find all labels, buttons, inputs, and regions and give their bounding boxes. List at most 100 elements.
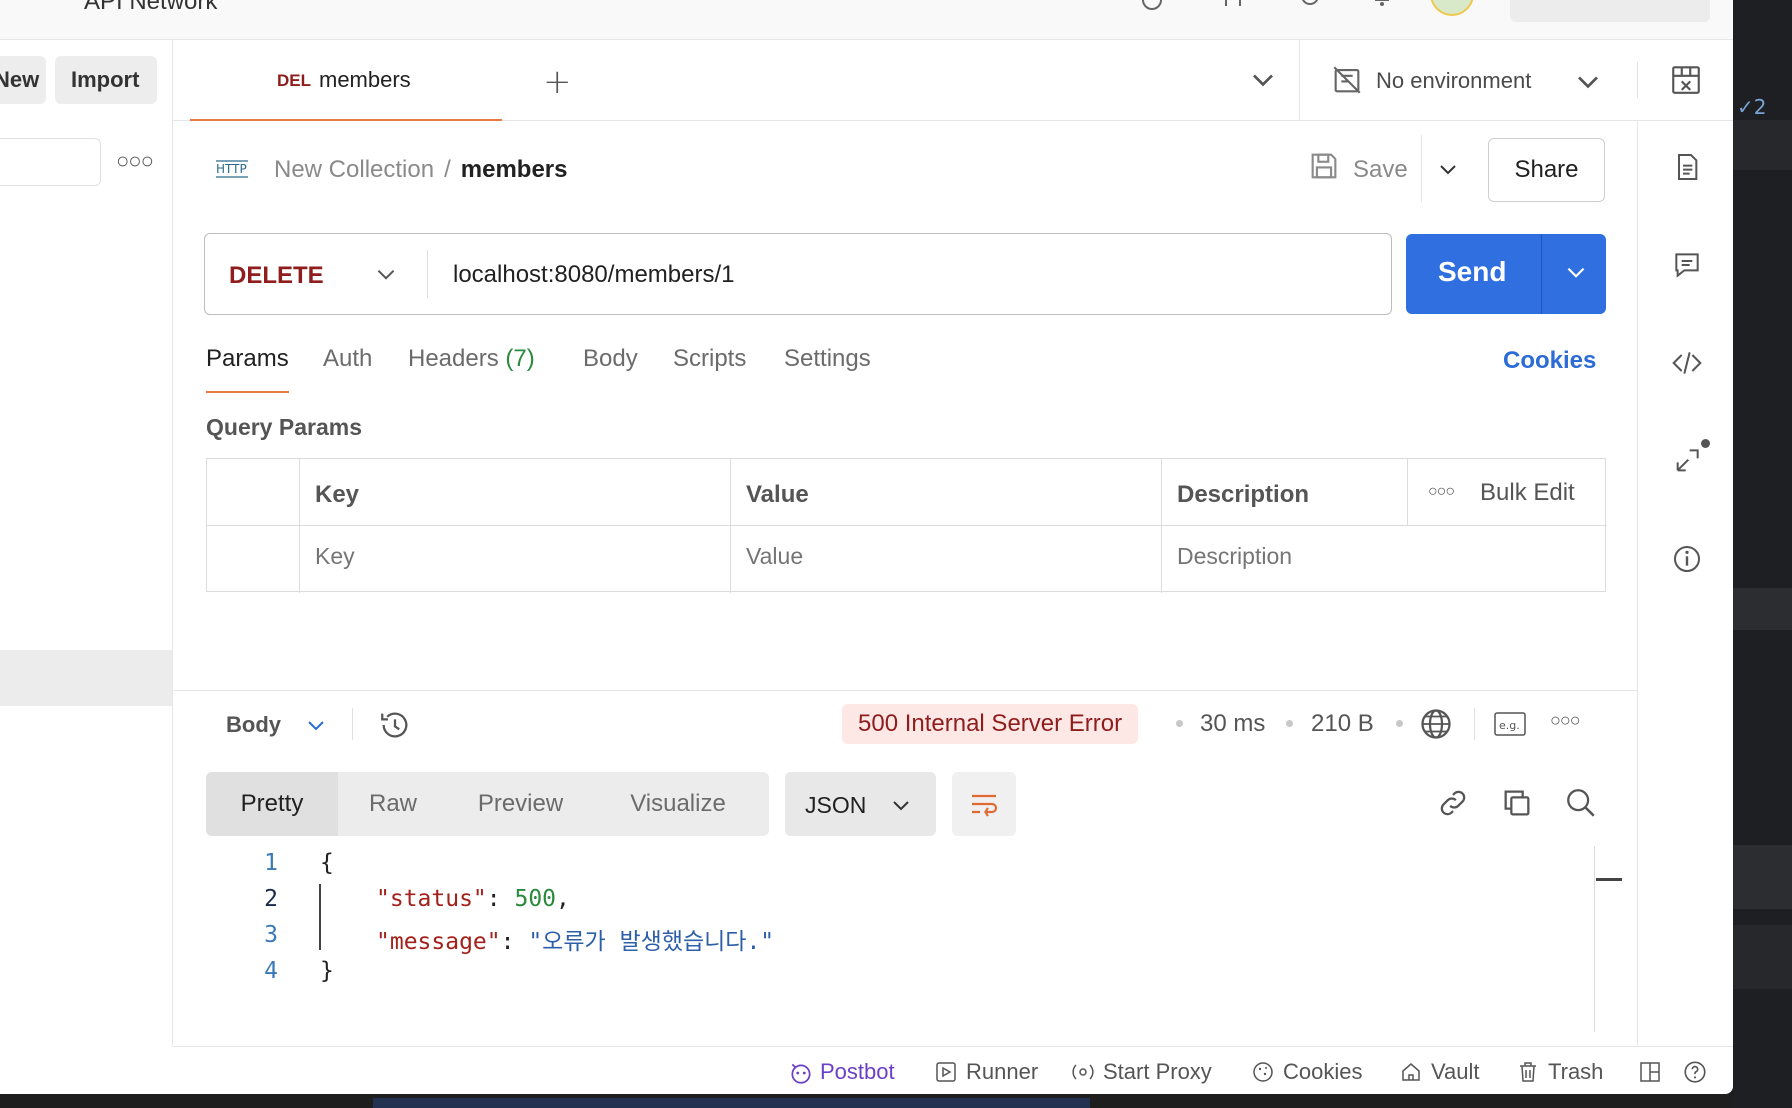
column-divider	[299, 459, 300, 593]
page-title[interactable]: members	[461, 156, 568, 183]
app-title: API Network	[84, 0, 218, 15]
json-number: 500	[514, 886, 557, 912]
tab-headers[interactable]: Headers (7)	[408, 345, 535, 393]
breadcrumb: New Collection / members	[274, 156, 567, 184]
save-icon	[1311, 153, 1337, 179]
editor-scrollbar-track[interactable]	[1594, 846, 1595, 1032]
cookies-link[interactable]: Cookies	[1503, 347, 1596, 375]
help-icon[interactable]	[1682, 1059, 1708, 1085]
save-button[interactable]: Save	[1307, 148, 1408, 188]
tab-params[interactable]: Params	[206, 345, 289, 393]
import-button[interactable]: Import	[55, 56, 157, 104]
related-collections-icon[interactable]	[1671, 445, 1703, 477]
tabs-chevron-down-icon[interactable]	[1245, 62, 1281, 98]
background-editor-window: ✓2	[1733, 0, 1792, 1108]
editor-scrollbar-thumb[interactable]	[1596, 878, 1622, 881]
sidebar: New Import ○○○	[0, 40, 173, 1046]
notifications-icon[interactable]	[1368, 0, 1396, 18]
comments-icon[interactable]	[1671, 249, 1703, 281]
globe-icon[interactable]	[1418, 706, 1454, 742]
param-description-input[interactable]	[1177, 543, 1507, 570]
view-pretty[interactable]: Pretty	[206, 772, 338, 836]
link-icon[interactable]	[1436, 786, 1470, 820]
postbot-icon	[791, 1063, 811, 1084]
breadcrumb-collection[interactable]: New Collection	[274, 156, 434, 183]
tab-title: members	[319, 67, 411, 92]
sidebar-more-icon[interactable]: ○○○	[116, 148, 154, 174]
tab-body[interactable]: Body	[583, 345, 638, 393]
documentation-icon[interactable]	[1671, 151, 1703, 183]
wrap-lines-button[interactable]	[952, 772, 1016, 836]
new-button[interactable]: New	[0, 56, 46, 104]
new-tab-plus-icon[interactable]: +	[543, 62, 572, 102]
response-section-selector[interactable]: Body	[226, 712, 281, 738]
sidebar-filter-input[interactable]	[0, 138, 101, 186]
svg-text:HTTP: HTTP	[216, 162, 247, 176]
format-label: JSON	[805, 792, 867, 818]
search-icon[interactable]	[1564, 786, 1598, 820]
view-visualize[interactable]: Visualize	[593, 772, 763, 836]
breadcrumb-separator: /	[444, 156, 451, 183]
line-number: 3	[264, 922, 278, 948]
code-snippet-icon[interactable]	[1671, 347, 1703, 379]
json-comma: ,	[556, 886, 570, 912]
copy-icon[interactable]	[1500, 786, 1534, 820]
response-body-editor[interactable]: 1 { 2 "status": 500, 3 "message": "오류가 발…	[206, 846, 1596, 1036]
sync-icon[interactable]	[1220, 0, 1248, 18]
avatar[interactable]	[1430, 0, 1474, 16]
divider	[1474, 708, 1475, 740]
send-options-chevron-icon[interactable]	[1563, 260, 1589, 286]
history-icon[interactable]	[378, 708, 412, 742]
more-options-icon[interactable]: ○○○	[1550, 710, 1581, 731]
indent-guide	[319, 884, 321, 950]
param-value-input[interactable]	[746, 543, 1076, 570]
http-request-icon: HTTP	[216, 160, 248, 178]
json-separator: :	[486, 886, 515, 912]
view-preview[interactable]: Preview	[448, 772, 593, 836]
footer-cookies-label: Cookies	[1283, 1059, 1363, 1084]
line-number: 2	[264, 886, 278, 912]
json-separator: :	[500, 929, 529, 955]
search-icon[interactable]	[1140, 0, 1168, 18]
tab-auth[interactable]: Auth	[323, 345, 372, 393]
method-selector[interactable]: DELETE	[229, 262, 324, 290]
divider	[1637, 62, 1638, 98]
view-raw[interactable]: Raw	[338, 772, 448, 836]
response-time[interactable]: 30 ms	[1200, 710, 1265, 738]
divider	[352, 708, 353, 740]
chevron-down-icon[interactable]	[304, 714, 328, 738]
url-input[interactable]	[453, 261, 1353, 289]
response-size[interactable]: 210 B	[1311, 710, 1374, 738]
environment-quick-look-icon[interactable]	[1669, 62, 1703, 98]
status-badge[interactable]: 500 Internal Server Error	[842, 704, 1139, 744]
save-as-example-icon[interactable]: e.g.	[1492, 706, 1528, 742]
tab-scripts[interactable]: Scripts	[673, 345, 746, 393]
share-button[interactable]: Share	[1488, 138, 1605, 202]
code-line: "message": "오류가 발생했습니다."	[376, 922, 774, 956]
sidebar-selected-item[interactable]	[0, 650, 172, 706]
divider	[1299, 40, 1300, 121]
separator-dot	[1176, 720, 1183, 727]
response-divider[interactable]	[173, 690, 1637, 691]
line-number: 1	[264, 850, 278, 876]
format-selector[interactable]: JSON	[785, 772, 936, 836]
info-icon[interactable]	[1671, 543, 1703, 575]
tab-members[interactable]: DEL members	[190, 40, 502, 121]
settings-icon[interactable]	[1296, 0, 1324, 18]
git-indicator: ✓2	[1737, 95, 1767, 119]
send-button[interactable]: Send	[1406, 234, 1606, 314]
bulk-edit-button[interactable]: Bulk Edit	[1480, 479, 1575, 507]
param-key-input[interactable]	[315, 543, 645, 570]
upgrade-button[interactable]	[1510, 0, 1710, 22]
two-pane-layout-icon[interactable]	[1638, 1060, 1662, 1084]
save-options-chevron-icon[interactable]	[1436, 158, 1460, 182]
chevron-down-icon[interactable]	[373, 262, 399, 288]
wrap-lines-icon	[972, 794, 998, 817]
column-options-icon[interactable]: ○○○	[1428, 483, 1455, 501]
code-line: }	[320, 958, 334, 984]
environment-label: No environment	[1376, 68, 1532, 93]
desktop-background	[0, 1094, 1733, 1108]
trash-icon	[1520, 1062, 1536, 1082]
tab-settings[interactable]: Settings	[784, 345, 871, 393]
trash-label: Trash	[1548, 1059, 1604, 1084]
